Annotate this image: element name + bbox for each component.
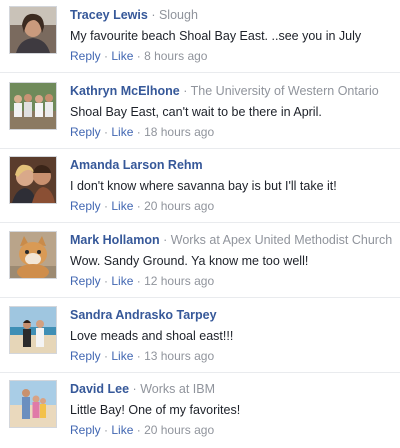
comment-item: Amanda Larson Rehm I don't know where sa… [0,150,400,224]
divider [0,222,400,223]
separator-dot: · [163,233,168,247]
author-name[interactable]: Amanda Larson Rehm [70,158,203,172]
separator-dot: · [151,8,156,22]
comment-item: David Lee · Works at IBM Little Bay! One… [0,374,400,448]
like-link[interactable]: Like [111,349,133,363]
separator-dot: · [132,382,137,396]
separator-dot: · [136,49,141,63]
comment-item: Kathryn McElhone · The University of Wes… [0,76,400,150]
separator-dot: · [136,423,141,437]
author-name[interactable]: Kathryn McElhone [70,84,180,98]
separator-dot: · [136,199,141,213]
avatar[interactable] [9,306,57,354]
separator-dot: · [183,84,188,98]
reply-link[interactable]: Reply [70,49,101,63]
reply-link[interactable]: Reply [70,349,101,363]
separator-dot: · [136,274,141,288]
timestamp[interactable]: 8 hours ago [144,49,207,63]
profile-photo-couple-icon [10,157,56,203]
timestamp[interactable]: 18 hours ago [144,125,214,139]
divider [0,148,400,149]
avatar[interactable] [9,82,57,130]
author-name[interactable]: Tracey Lewis [70,8,148,22]
separator-dot: · [104,125,109,139]
author-name[interactable]: David Lee [70,382,129,396]
comment-text: My favourite beach Shoal Bay East. ..see… [70,29,362,43]
profile-photo-family-icon [10,381,56,427]
separator-dot: · [104,49,109,63]
comment-item: Sandra Andrasko Tarpey Love meads and sh… [0,300,400,374]
reply-link[interactable]: Reply [70,423,101,437]
comment-text: I don't know where savanna bay is but I'… [70,179,337,193]
reply-link[interactable]: Reply [70,274,101,288]
timestamp[interactable]: 13 hours ago [144,349,214,363]
profile-photo-beach-couple-icon [10,307,56,353]
like-link[interactable]: Like [111,49,133,63]
divider [0,372,400,373]
timestamp[interactable]: 12 hours ago [144,274,214,288]
avatar[interactable] [9,6,57,54]
author-name[interactable]: Mark Hollamon [70,233,160,247]
profile-photo-cat-icon [10,232,56,278]
avatar[interactable] [9,231,57,279]
comment-text: Little Bay! One of my favorites! [70,403,241,417]
separator-dot: · [104,349,109,363]
timestamp[interactable]: 20 hours ago [144,423,214,437]
like-link[interactable]: Like [111,125,133,139]
separator-dot: · [104,423,109,437]
profile-photo-group-icon [10,83,56,129]
separator-dot: · [136,349,141,363]
comment-text: Shoal Bay East, can't wait to be there i… [70,105,322,119]
author-affiliation[interactable]: Works at IBM [140,382,215,396]
separator-dot: · [136,125,141,139]
reply-link[interactable]: Reply [70,199,101,213]
author-affiliation[interactable]: Works at Apex United Methodist Church [171,233,392,247]
comment-text: Love meads and shoal east!!! [70,329,234,343]
timestamp[interactable]: 20 hours ago [144,199,214,213]
comment-item: Tracey Lewis · Slough My favourite beach… [0,0,400,74]
divider [0,72,400,73]
like-link[interactable]: Like [111,274,133,288]
author-name[interactable]: Sandra Andrasko Tarpey [70,308,217,322]
like-link[interactable]: Like [111,423,133,437]
separator-dot: · [104,274,109,288]
reply-link[interactable]: Reply [70,125,101,139]
comment-text: Wow. Sandy Ground. Ya know me too well! [70,254,309,268]
like-link[interactable]: Like [111,199,133,213]
comment-item: Mark Hollamon · Works at Apex United Met… [0,225,400,299]
separator-dot: · [104,199,109,213]
avatar[interactable] [9,380,57,428]
avatar[interactable] [9,156,57,204]
author-affiliation[interactable]: The University of Western Ontario [191,84,379,98]
author-affiliation[interactable]: Slough [159,8,198,22]
divider [0,297,400,298]
profile-photo-woman-icon [10,7,56,53]
